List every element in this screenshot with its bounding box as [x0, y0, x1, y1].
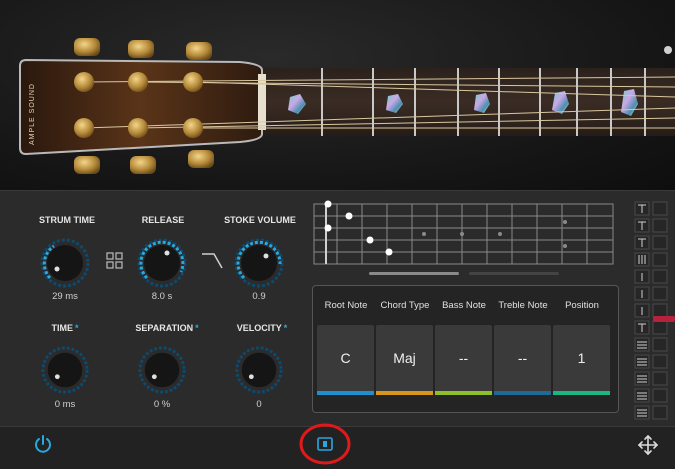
release-value: 8.0 s — [151, 291, 173, 302]
stoke-volume-value: 0.9 — [252, 291, 266, 302]
strum-time-knob[interactable] — [40, 238, 90, 288]
grid-icon[interactable] — [106, 252, 124, 270]
strum-time-label: STRUM TIME — [39, 215, 95, 225]
release-knob[interactable] — [137, 238, 187, 288]
strum-pattern-grid[interactable] — [632, 200, 675, 426]
treble-note-selector[interactable]: -- — [494, 325, 551, 395]
time-knob[interactable] — [41, 346, 89, 394]
time-value: 0 ms — [54, 399, 76, 410]
separation-label-text: SEPARATION — [135, 323, 194, 333]
time-label: TIME * — [30, 323, 100, 333]
chord-type-header: Chord Type — [380, 300, 430, 311]
move-arrows-icon[interactable] — [637, 434, 659, 456]
position-header: Position — [565, 300, 599, 311]
position-color-bar — [553, 391, 610, 395]
treble-note-color-bar — [494, 391, 551, 395]
velocity-value: 0 — [256, 399, 262, 410]
scroll-indicator-right[interactable] — [469, 272, 559, 275]
bass-note-color-bar — [435, 391, 492, 395]
velocity-label: VELOCITY * — [222, 323, 302, 333]
chord-type-color-bar — [376, 391, 433, 395]
release-label: RELEASE — [141, 215, 185, 225]
separation-knob[interactable] — [138, 346, 186, 394]
stoke-volume-label: STOKE VOLUME — [224, 215, 296, 225]
bass-note-value: -- — [458, 350, 469, 366]
scroll-indicator-left[interactable] — [369, 272, 459, 275]
time-star: * — [74, 323, 79, 333]
chord-diagram[interactable] — [312, 198, 617, 280]
chord-type-value: Maj — [393, 350, 416, 366]
velocity-label-text: VELOCITY — [236, 323, 282, 333]
separation-star: * — [195, 323, 199, 333]
bass-note-selector[interactable]: -- — [435, 325, 492, 395]
velocity-star: * — [283, 323, 288, 333]
root-note-color-bar — [317, 391, 374, 395]
root-note-value: C — [340, 350, 351, 366]
time-label-text: TIME — [51, 323, 73, 333]
chord-selector: Root Note Chord Type Bass Note Treble No… — [312, 285, 619, 413]
tab-view-icon — [317, 437, 333, 451]
root-note-header: Root Note — [324, 300, 368, 311]
velocity-knob[interactable] — [235, 346, 283, 394]
power-icon[interactable] — [33, 434, 53, 454]
bass-note-header: Bass Note — [442, 300, 486, 311]
position-selector[interactable]: 1 — [553, 325, 610, 395]
root-note-selector[interactable]: C — [317, 325, 374, 395]
brand-logo: AMPLE SOUND — [21, 83, 41, 145]
guitar-illustration — [19, 38, 675, 174]
position-value: 1 — [577, 350, 586, 366]
separation-value: 0 % — [153, 399, 171, 410]
treble-note-value: -- — [517, 350, 528, 366]
release-curve-icon[interactable] — [200, 250, 224, 270]
chord-type-selector[interactable]: Maj — [376, 325, 433, 395]
brand-logo-text: AMPLE SOUND — [29, 83, 36, 145]
separation-label: SEPARATION * — [122, 323, 212, 333]
strum-time-value: 29 ms — [52, 291, 78, 302]
strum-pattern-strip[interactable] — [632, 200, 675, 426]
stoke-volume-knob[interactable] — [234, 238, 284, 288]
guitar-header: AMPLE SOUND — [0, 0, 675, 190]
treble-note-header: Treble Note — [498, 300, 548, 311]
tab-view-button[interactable] — [298, 422, 352, 466]
